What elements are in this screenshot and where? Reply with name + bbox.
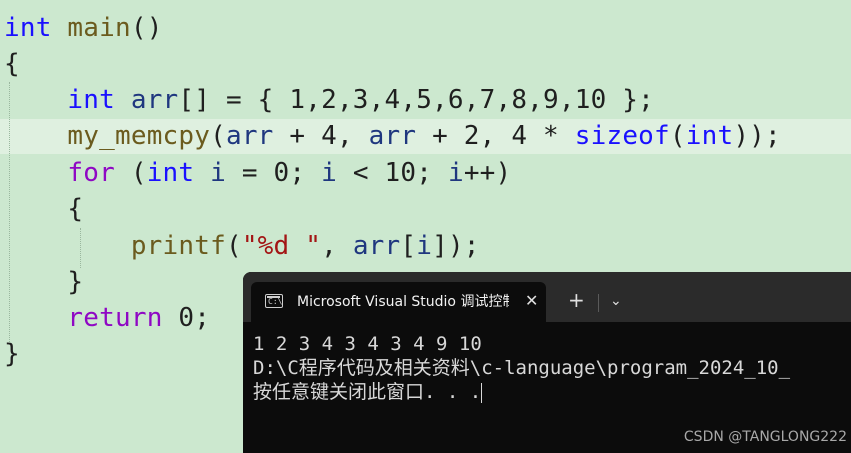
code-token: = 0; <box>225 158 322 188</box>
text-cursor <box>481 382 483 403</box>
code-token: for <box>67 158 115 188</box>
terminal-tab[interactable]: C:\ Microsoft Visual Studio 调试控制台 ✕ <box>251 282 546 322</box>
code-token: arr <box>352 231 401 261</box>
code-token: ( <box>114 158 147 188</box>
code-token: () <box>130 13 163 43</box>
terminal-titlebar[interactable]: C:\ Microsoft Visual Studio 调试控制台 ✕ + ⌄ <box>243 272 851 322</box>
terminal-window[interactable]: C:\ Microsoft Visual Studio 调试控制台 ✕ + ⌄ … <box>243 272 851 453</box>
code-token: int <box>685 121 734 151</box>
code-token: my_memcpy <box>67 121 211 151</box>
new-tab-button[interactable]: + <box>568 289 585 311</box>
code-line-1[interactable]: int main() <box>4 10 163 46</box>
console-output[interactable]: 1 2 3 4 3 4 3 4 9 10 D:\C程序代码及相关资料\c-lan… <box>253 332 790 404</box>
code-token: arr <box>130 85 179 115</box>
code-token: ++) <box>463 158 512 188</box>
watermark: CSDN @TANGLONG222 <box>683 429 847 445</box>
code-token: < 10; <box>336 158 448 188</box>
code-token: } <box>4 267 84 297</box>
code-token: [ <box>400 231 417 261</box>
code-line-3[interactable]: int arr[] = { 1,2,3,4,5,6,7,8,9,10 }; <box>4 82 654 118</box>
console-line: D:\C程序代码及相关资料\c-language\program_2024_10… <box>253 357 791 379</box>
code-token: return <box>67 303 163 333</box>
code-token: i <box>321 158 337 188</box>
code-token: sizeof <box>574 121 670 151</box>
code-token: + 4, <box>273 121 369 151</box>
code-token: { <box>4 194 84 224</box>
code-token: )); <box>733 121 781 151</box>
code-token: int <box>4 13 52 43</box>
terminal-icon: C:\ <box>265 294 283 308</box>
code-token: "%d " <box>241 231 322 261</box>
terminal-icon-text: C:\ <box>268 297 283 306</box>
code-token: ( <box>210 121 226 151</box>
code-line-5[interactable]: for (int i = 0; i < 10; i++) <box>4 155 511 191</box>
close-icon[interactable]: ✕ <box>525 291 538 311</box>
code-token: arr <box>368 121 417 151</box>
code-line-4[interactable]: my_memcpy(arr + 4, arr + 2, 4 * sizeof(i… <box>4 118 781 154</box>
code-token: arr <box>225 121 274 151</box>
console-line: 按任意键关闭此窗口. . . <box>253 380 790 404</box>
divider <box>598 294 599 312</box>
console-line-text: 按任意键关闭此窗口. . . <box>253 381 482 403</box>
code-token: 0; <box>162 303 211 333</box>
code-token: + 2, 4 * <box>416 121 575 151</box>
code-token: printf <box>130 231 226 261</box>
code-token: main <box>67 13 131 43</box>
code-token: ( <box>669 121 686 151</box>
code-line-8[interactable]: } <box>4 264 83 300</box>
code-token: [] = { 1,2,3,4,5,6,7,8,9,10 }; <box>178 85 655 115</box>
code-token: , <box>321 231 353 261</box>
code-line-7[interactable]: printf("%d ", arr[i]); <box>4 228 480 264</box>
code-token: i <box>210 158 226 188</box>
code-token: { <box>4 49 20 79</box>
code-token: } <box>4 339 20 369</box>
chevron-down-icon[interactable]: ⌄ <box>610 291 622 311</box>
code-token: i <box>447 158 464 188</box>
code-token: ( <box>225 231 242 261</box>
code-token: int <box>67 85 115 115</box>
code-line-9[interactable]: return 0; <box>4 300 210 336</box>
code-token: ]); <box>432 231 480 261</box>
code-token: i <box>416 231 433 261</box>
code-line-6[interactable]: { <box>4 191 83 227</box>
console-line: 1 2 3 4 3 4 3 4 9 10 <box>253 333 482 355</box>
code-token: int <box>146 158 195 188</box>
code-line-10[interactable]: } <box>4 336 20 372</box>
code-line-2[interactable]: { <box>4 46 20 82</box>
tab-title: Microsoft Visual Studio 调试控制台 <box>297 294 509 310</box>
